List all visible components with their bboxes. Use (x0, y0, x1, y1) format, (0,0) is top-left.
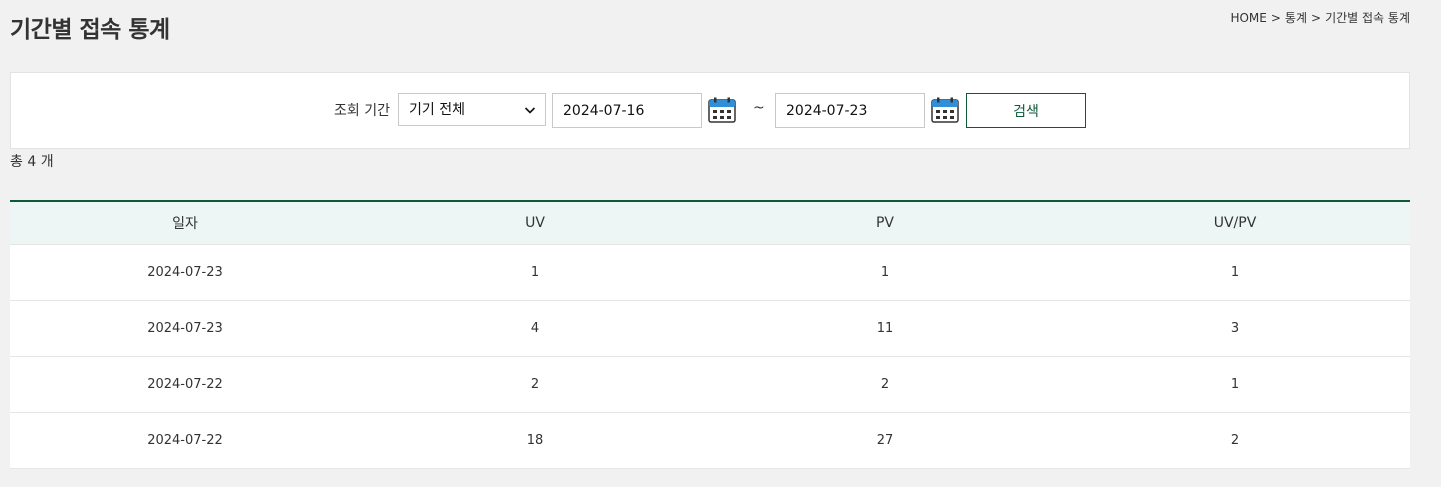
cell-uv: 2 (360, 356, 710, 413)
cell-pv: 2 (710, 356, 1060, 413)
table-row: 2024-07-22 2 2 1 (10, 356, 1410, 413)
cell-uv: 18 (360, 412, 710, 469)
stats-table: 일자 UV PV UV/PV 2024-07-23 1 1 1 2024-07-… (10, 200, 1410, 469)
chevron-down-icon (524, 107, 536, 114)
total-count: 총 4 개 (10, 154, 54, 170)
breadcrumb-item-home[interactable]: HOME (1230, 11, 1266, 25)
table-header-row: 일자 UV PV UV/PV (10, 201, 1410, 245)
table-row: 2024-07-23 1 1 1 (10, 244, 1410, 301)
search-button[interactable]: 검색 (966, 93, 1086, 128)
table-row: 2024-07-22 18 27 2 (10, 412, 1410, 469)
breadcrumb-item-current: 기간별 접속 통계 (1325, 11, 1410, 25)
start-date-input[interactable] (552, 93, 702, 128)
breadcrumb: HOME > 통계 > 기간별 접속 통계 (1230, 9, 1410, 26)
device-select-value: 기기 전체 (409, 102, 465, 118)
breadcrumb-separator: > (1311, 11, 1322, 25)
cell-uv: 4 (360, 300, 710, 357)
cell-date: 2024-07-23 (10, 300, 360, 357)
breadcrumb-separator: > (1270, 11, 1281, 25)
cell-uv: 1 (360, 244, 710, 301)
cell-date: 2024-07-23 (10, 244, 360, 301)
search-panel: 조회 기간 기기 전체 ~ 검색 (10, 72, 1410, 149)
page-title: 기간별 접속 통계 (10, 17, 170, 43)
cell-pv: 11 (710, 300, 1060, 357)
column-header-date: 일자 (10, 201, 360, 245)
table-row: 2024-07-23 4 11 3 (10, 300, 1410, 357)
cell-pv: 1 (710, 244, 1060, 301)
cell-uv-pv: 2 (1060, 412, 1410, 469)
cell-date: 2024-07-22 (10, 412, 360, 469)
date-range-separator: ~ (753, 100, 765, 116)
column-header-pv: PV (710, 201, 1060, 245)
device-select[interactable]: 기기 전체 (398, 93, 546, 126)
end-date-input[interactable] (775, 93, 925, 128)
cell-uv-pv: 1 (1060, 244, 1410, 301)
cell-uv-pv: 1 (1060, 356, 1410, 413)
breadcrumb-item-stats[interactable]: 통계 (1285, 11, 1307, 25)
cell-date: 2024-07-22 (10, 356, 360, 413)
calendar-icon[interactable] (708, 97, 736, 123)
calendar-icon[interactable] (931, 97, 959, 123)
column-header-uv-pv: UV/PV (1060, 201, 1410, 245)
cell-pv: 27 (710, 412, 1060, 469)
cell-uv-pv: 3 (1060, 300, 1410, 357)
search-period-label: 조회 기간 (334, 103, 390, 119)
column-header-uv: UV (360, 201, 710, 245)
